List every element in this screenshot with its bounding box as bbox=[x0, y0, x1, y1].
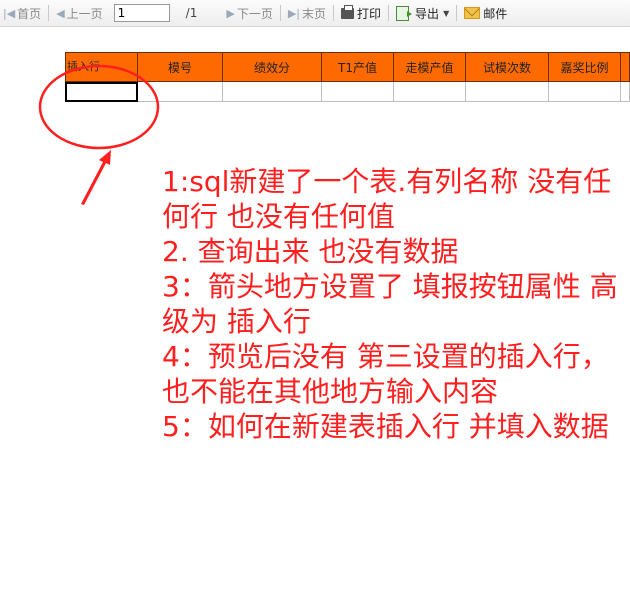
annotation-line: 3：箭头地方设置了 填报按钮属性 高级为 插入行 bbox=[162, 270, 618, 338]
annotation-line: 2. 查询出来 也没有数据 bbox=[162, 235, 459, 268]
annotation-line: 4：预览后没有 第三设置的插入行， 也不能在其他地方输入内容 bbox=[162, 340, 609, 408]
highlight-circle bbox=[38, 64, 160, 150]
arrow-icon bbox=[81, 150, 111, 205]
annotation-line: 5：如何在新建表插入行 并填入数据 bbox=[162, 410, 609, 443]
annotation-note: 1:sql新建了一个表.有列名称 没有任何行 也没有任何值 2. 查询出来 也没… bbox=[162, 164, 618, 444]
annotation-line: 1:sql新建了一个表.有列名称 没有任何行 也没有任何值 bbox=[162, 165, 612, 233]
